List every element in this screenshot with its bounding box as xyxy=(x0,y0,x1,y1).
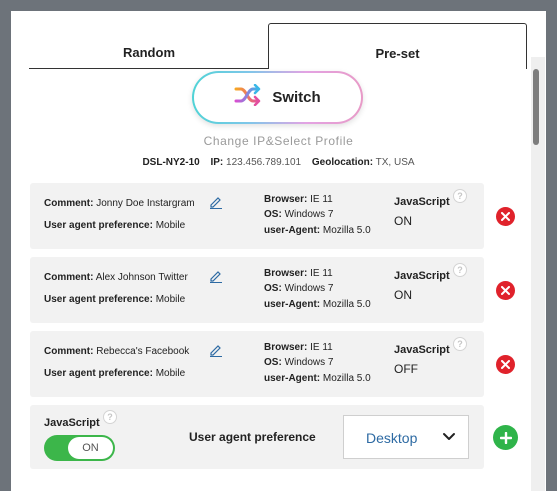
ip-value: 123.456.789.101 xyxy=(226,157,302,168)
switch-button-label: Switch xyxy=(272,89,321,106)
close-icon xyxy=(501,286,510,295)
help-icon[interactable]: ? xyxy=(453,189,467,203)
comment-field: Comment: Jonny Doe Instargram xyxy=(44,198,195,209)
os-field: OS: Windows 7 xyxy=(264,209,334,220)
edit-pencil-icon[interactable] xyxy=(209,269,223,283)
browser-field: Browser: IE 11 xyxy=(264,268,333,279)
switch-button[interactable]: Switch xyxy=(192,71,363,124)
os-field: OS: Windows 7 xyxy=(264,357,334,368)
ua-preference-field: User agent preference: Mobile xyxy=(44,220,186,231)
javascript-label: JavaScript xyxy=(394,344,450,356)
toggle-state-label: ON xyxy=(68,437,113,459)
profile-card: Comment: Jonny Doe Instargram User agent… xyxy=(30,183,515,249)
edit-pencil-icon[interactable] xyxy=(209,343,223,357)
chevron-down-icon xyxy=(443,433,455,440)
browser-field: Browser: IE 11 xyxy=(264,342,333,353)
plus-icon xyxy=(499,431,512,444)
delete-profile-button[interactable] xyxy=(496,355,515,374)
javascript-value: ON xyxy=(394,214,412,228)
server-name: DSL-NY2-10 xyxy=(142,157,200,168)
ua-preference-field: User agent preference: Mobile xyxy=(44,294,186,305)
ua-preference-selected: Desktop xyxy=(366,430,418,446)
close-icon xyxy=(501,212,510,221)
tab-preset[interactable]: Pre-set xyxy=(268,23,527,69)
connection-info: DSL-NY2-10 IP: 123.456.789.101 Geolocati… xyxy=(11,157,546,168)
tab-bar: Random Pre-set xyxy=(29,23,527,69)
close-icon xyxy=(501,360,510,369)
comment-field: Comment: Alex Johnson Twitter xyxy=(44,272,188,283)
profile-panel: Random Pre-set Switch Change IP&Select P… xyxy=(11,11,546,491)
os-field: OS: Windows 7 xyxy=(264,283,334,294)
geolocation-label: Geolocation: xyxy=(311,157,374,168)
profile-card: Comment: Alex Johnson Twitter User agent… xyxy=(30,257,515,323)
tab-random[interactable]: Random xyxy=(29,23,269,69)
javascript-value: OFF xyxy=(394,362,418,376)
help-icon[interactable]: ? xyxy=(103,410,117,424)
javascript-toggle[interactable]: ON xyxy=(44,435,115,461)
ua-preference-field: User agent preference: Mobile xyxy=(44,368,186,379)
subtitle: Change IP&Select Profile xyxy=(203,134,354,148)
javascript-value: ON xyxy=(394,288,412,302)
add-profile-button[interactable] xyxy=(493,425,518,450)
help-icon[interactable]: ? xyxy=(453,337,467,351)
ua-preference-select[interactable]: Desktop xyxy=(343,415,469,459)
delete-profile-button[interactable] xyxy=(496,207,515,226)
javascript-label: JavaScript xyxy=(394,196,450,208)
ip-label: IP: xyxy=(210,157,224,168)
edit-pencil-icon[interactable] xyxy=(209,195,223,209)
shuffle-icon xyxy=(234,83,262,111)
browser-field: Browser: IE 11 xyxy=(264,194,333,205)
help-icon[interactable]: ? xyxy=(453,263,467,277)
new-javascript-label: JavaScript xyxy=(44,417,100,429)
user-agent-field: user-Agent: Mozilla 5.0 xyxy=(264,299,371,310)
new-profile-row: JavaScript ? ON User agent preference De… xyxy=(30,405,484,469)
delete-profile-button[interactable] xyxy=(496,281,515,300)
comment-field: Comment: Rebecca's Facebook xyxy=(44,346,190,357)
user-agent-field: user-Agent: Mozilla 5.0 xyxy=(264,225,371,236)
new-ua-preference-label: User agent preference xyxy=(189,430,316,444)
user-agent-field: user-Agent: Mozilla 5.0 xyxy=(264,373,371,384)
geolocation-value: TX, USA xyxy=(375,157,415,168)
javascript-label: JavaScript xyxy=(394,270,450,282)
profile-card: Comment: Rebecca's Facebook User agent p… xyxy=(30,331,515,397)
